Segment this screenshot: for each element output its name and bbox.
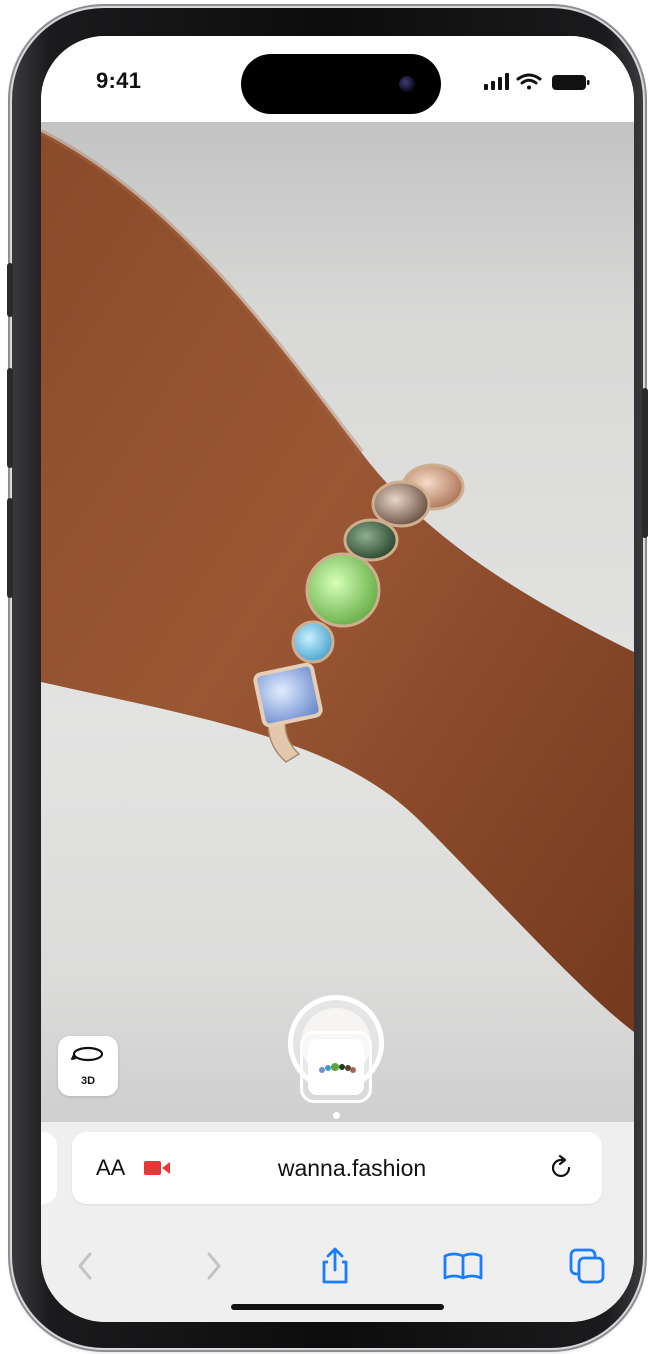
cellular-signal-icon bbox=[484, 73, 509, 90]
battery-icon bbox=[552, 75, 590, 90]
page-indicator-dot bbox=[333, 1112, 340, 1119]
url-text: wanna.fashion bbox=[277, 1155, 427, 1181]
action-button bbox=[7, 263, 13, 317]
status-time: 9:41 bbox=[96, 68, 142, 93]
tabs-icon[interactable] bbox=[565, 1244, 609, 1288]
rotate-3d-icon bbox=[71, 1046, 104, 1062]
bookmarks-icon[interactable] bbox=[441, 1244, 485, 1288]
home-indicator[interactable] bbox=[231, 1304, 444, 1310]
view-3d-label: 3D bbox=[80, 1075, 96, 1087]
product-thumbnail-image bbox=[308, 1039, 364, 1095]
text-size-button[interactable]: AA bbox=[96, 1155, 125, 1181]
wifi-icon bbox=[516, 73, 542, 90]
power-button bbox=[642, 388, 648, 538]
previous-tab-peek[interactable] bbox=[41, 1132, 57, 1204]
screen: 9:41 3D AA wanna.fashion bbox=[41, 36, 634, 1322]
status-bar: 9:41 bbox=[41, 36, 634, 122]
reload-icon[interactable] bbox=[548, 1154, 576, 1182]
status-icons bbox=[474, 72, 594, 92]
volume-up-button bbox=[7, 368, 13, 468]
safari-toolbar: AA wanna.fashion bbox=[41, 1122, 634, 1322]
view-3d-button[interactable]: 3D bbox=[58, 1036, 118, 1096]
dynamic-island bbox=[241, 54, 441, 114]
front-camera-icon bbox=[399, 76, 415, 92]
address-bar[interactable]: AA wanna.fashion bbox=[72, 1132, 602, 1204]
back-icon[interactable] bbox=[64, 1244, 108, 1288]
screen-recording-icon bbox=[144, 1161, 170, 1175]
forward-icon[interactable] bbox=[191, 1244, 235, 1288]
product-thumbnail[interactable] bbox=[300, 1031, 372, 1103]
ar-camera-view[interactable]: 3D bbox=[41, 122, 634, 1122]
volume-down-button bbox=[7, 498, 13, 598]
share-icon[interactable] bbox=[313, 1244, 357, 1288]
